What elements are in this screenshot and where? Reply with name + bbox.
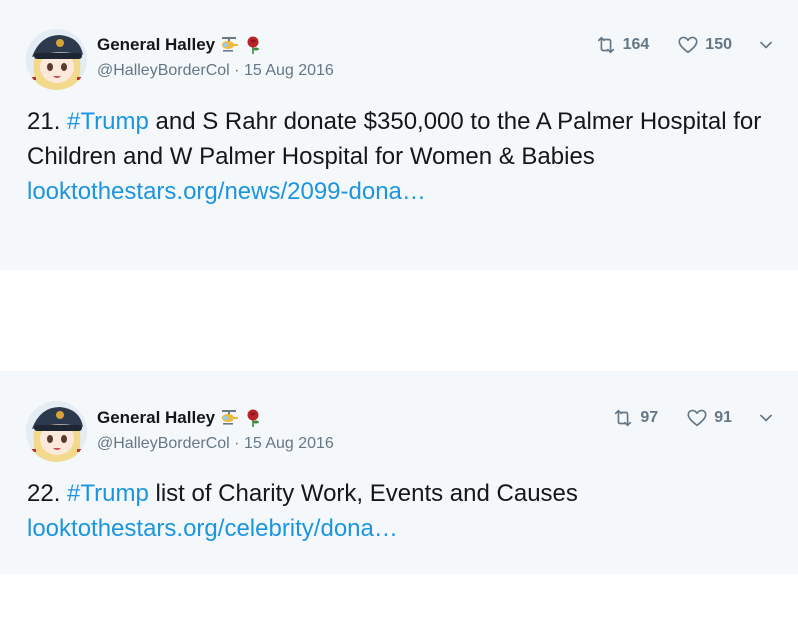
- tweet-date[interactable]: 15 Aug 2016: [244, 62, 334, 79]
- tweet-card[interactable]: General Halley @HalleyBorderCol · 15 Aug…: [0, 371, 798, 574]
- tweet-date[interactable]: 15 Aug 2016: [244, 435, 334, 452]
- heart-icon: [686, 407, 708, 429]
- tweet-stats: 97 91: [612, 407, 776, 429]
- retweet-icon: [612, 407, 634, 429]
- avatar[interactable]: [26, 401, 87, 462]
- rose-emoji-icon: [243, 408, 263, 428]
- chevron-down-icon[interactable]: [756, 408, 776, 428]
- tweet-text: 21. #Trump and S Rahr donate $350,000 to…: [27, 104, 767, 209]
- helicopter-emoji-icon: [219, 35, 239, 55]
- author-meta: @HalleyBorderCol · 15 Aug 2016: [97, 435, 334, 453]
- tweet-stats: 164 150: [595, 34, 776, 56]
- author-name-row[interactable]: General Halley: [97, 408, 263, 428]
- helicopter-emoji-icon: [219, 408, 239, 428]
- hashtag-link[interactable]: #Trump: [67, 108, 149, 135]
- like-button[interactable]: 150: [677, 34, 732, 56]
- retweet-button[interactable]: 97: [612, 407, 658, 429]
- heart-icon: [677, 34, 699, 56]
- like-count: 91: [714, 409, 732, 426]
- retweet-count: 164: [622, 36, 650, 53]
- url-link[interactable]: looktothestars.org/celebrity/dona…: [27, 511, 767, 546]
- chevron-down-icon[interactable]: [756, 35, 776, 55]
- tweet-body: list of Charity Work, Events and Causes: [148, 480, 578, 507]
- rose-emoji-icon: [243, 35, 263, 55]
- tweet-card[interactable]: General Halley @HalleyBorderCol · 15 Aug…: [0, 0, 798, 270]
- retweet-count: 97: [640, 409, 659, 426]
- avatar[interactable]: [26, 29, 87, 90]
- meta-separator: ·: [229, 435, 244, 452]
- avatar-image-icon: [26, 29, 87, 90]
- hashtag-link[interactable]: #Trump: [67, 480, 149, 507]
- like-count: 150: [705, 36, 732, 53]
- tweet-number: 22.: [27, 480, 68, 507]
- retweet-button[interactable]: 164: [595, 34, 650, 56]
- tweet-text: 22. #Trump list of Charity Work, Events …: [27, 476, 767, 546]
- retweet-icon: [595, 34, 617, 56]
- author-meta: @HalleyBorderCol · 15 Aug 2016: [97, 62, 334, 80]
- author-handle[interactable]: @HalleyBorderCol: [97, 62, 230, 79]
- author-name-row[interactable]: General Halley: [97, 35, 263, 55]
- author-handle[interactable]: @HalleyBorderCol: [97, 435, 230, 452]
- tweet-number: 21.: [27, 108, 68, 135]
- author-display-name[interactable]: General Halley: [97, 35, 215, 55]
- author-display-name[interactable]: General Halley: [97, 408, 215, 428]
- like-button[interactable]: 91: [686, 407, 732, 429]
- meta-separator: ·: [229, 62, 244, 79]
- url-link[interactable]: looktothestars.org/news/2099-dona…: [27, 174, 767, 209]
- avatar-image-icon: [26, 401, 87, 462]
